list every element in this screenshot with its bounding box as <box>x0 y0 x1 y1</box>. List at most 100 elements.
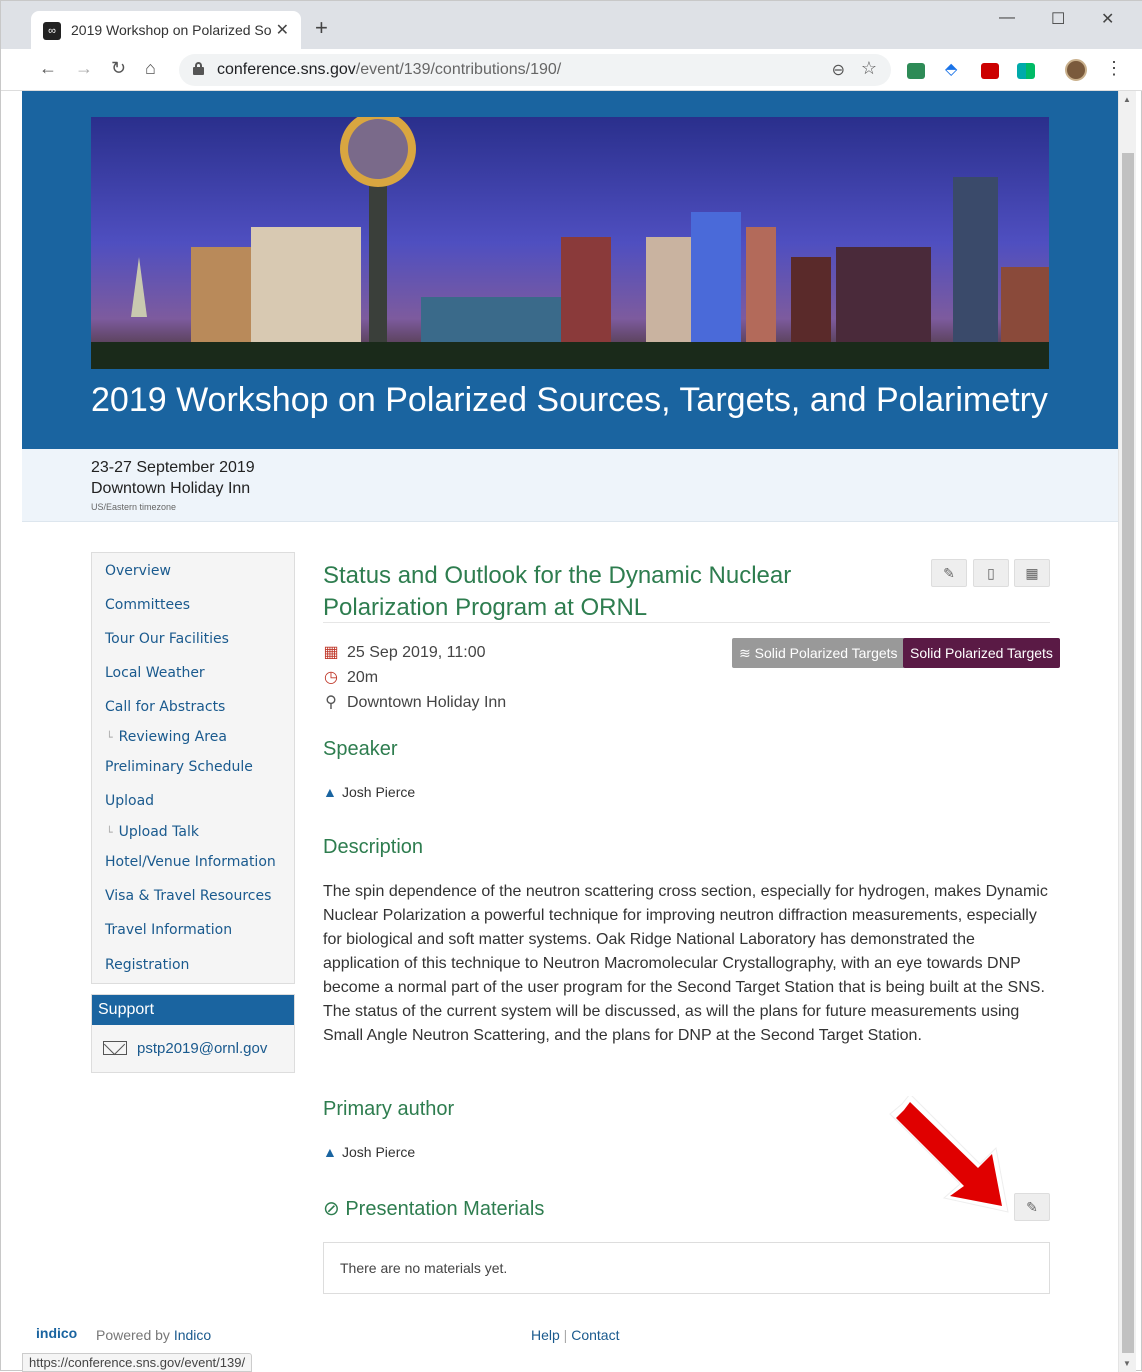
presentation-materials-heading: ⊘ Presentation Materials <box>323 1196 544 1221</box>
menu-item-overview[interactable]: Overview <box>105 563 171 579</box>
page-viewport: 2019 Workshop on Polarized Sources, Targ… <box>22 91 1118 1372</box>
menu-item-visa-travel[interactable]: Visa & Travel Resources <box>105 888 271 904</box>
calendar-icon: ▦ <box>1025 565 1039 581</box>
forward-icon[interactable]: → <box>75 58 93 79</box>
event-venue: Downtown Holiday Inn <box>91 480 251 497</box>
edit-contribution-button[interactable]: ✎ <box>931 559 967 587</box>
back-icon[interactable]: ← <box>39 58 57 79</box>
map-pin-icon: ⚲ <box>325 694 337 711</box>
primary-author-heading: Primary author <box>323 1098 455 1120</box>
indico-link[interactable]: Indico <box>174 1327 211 1343</box>
clock-icon: ◷ <box>324 669 338 686</box>
menu-item-tour-facilities[interactable]: Tour Our Facilities <box>105 631 229 647</box>
menu-item-local-weather[interactable]: Local Weather <box>105 665 205 681</box>
scroll-up-icon[interactable]: ▲ <box>1123 95 1131 104</box>
user-icon: ▲ <box>323 1144 337 1160</box>
menu-item-call-for-abstracts[interactable]: Call for Abstracts <box>105 699 225 715</box>
speaker[interactable]: ▲ Josh Pierce <box>323 784 415 800</box>
track-tag[interactable]: ≋ Solid Polarized Targets <box>732 638 905 668</box>
track-tag-label: Solid Polarized Targets <box>754 645 898 661</box>
materials-empty-box: There are no materials yet. <box>323 1242 1050 1294</box>
scroll-down-icon[interactable]: ▼ <box>1123 1359 1131 1368</box>
powered-by-text: Powered by <box>96 1327 174 1343</box>
address-bar[interactable]: conference.sns.gov/event/139/contributio… <box>179 54 891 86</box>
zoom-icon[interactable]: ⊖ <box>832 60 845 80</box>
menu-item-registration[interactable]: Registration <box>105 957 189 973</box>
materials-empty-text: There are no materials yet. <box>340 1260 508 1276</box>
page-footer: indico Powered by Indico Help | Contact <box>22 1317 1118 1357</box>
description-heading: Description <box>323 836 424 858</box>
support-box: Support pstp2019@ornl.gov <box>91 994 295 1073</box>
datetime-text: 25 Sep 2019, 11:00 <box>347 644 486 661</box>
extension-acrobat-icon[interactable] <box>981 63 999 79</box>
red-arrow-annotation <box>889 1096 1009 1213</box>
primary-author[interactable]: ▲ Josh Pierce <box>323 1144 415 1160</box>
contribution-duration: ◷ 20m <box>323 667 378 687</box>
browser-toolbar: ← → ↻ ⌂ conference.sns.gov/event/139/con… <box>1 49 1142 91</box>
skyline-illustration <box>91 117 1049 369</box>
location-text: Downtown Holiday Inn <box>347 694 507 711</box>
extension-windows-icon[interactable] <box>1017 63 1035 79</box>
title-divider <box>323 622 1050 623</box>
url-host: conference.sns.gov <box>217 61 356 78</box>
vertical-scrollbar[interactable]: ▲ ▼ <box>1118 91 1136 1372</box>
speaker-name: Josh Pierce <box>342 784 416 800</box>
event-header: 2019 Workshop on Polarized Sources, Targ… <box>22 91 1118 449</box>
export-pdf-button[interactable]: ▯ <box>973 559 1009 587</box>
powered-by: Powered by Indico <box>96 1327 211 1343</box>
paperclip-icon: ⊘ <box>323 1198 340 1220</box>
help-link[interactable]: Help <box>531 1327 560 1343</box>
menu-item-preliminary-schedule[interactable]: Preliminary Schedule <box>105 759 253 775</box>
close-window-icon[interactable]: ✕ <box>1101 9 1114 29</box>
support-heading: Support <box>92 995 294 1025</box>
speaker-heading: Speaker <box>323 738 398 760</box>
menu-kebab-icon[interactable]: ⋮ <box>1105 58 1123 79</box>
browser-window: ∞ 2019 Workshop on Polarized Sou ✕ + — ☐… <box>0 0 1142 1372</box>
contribution-datetime: ▦ 25 Sep 2019, 11:00 <box>323 642 486 662</box>
menu-item-upload[interactable]: Upload <box>105 793 154 809</box>
menu-item-upload-talk[interactable]: └ Upload Talk <box>106 824 199 840</box>
reload-icon[interactable]: ↻ <box>111 58 126 79</box>
materials-heading-text: Presentation Materials <box>345 1198 545 1220</box>
layers-icon: ≋ <box>739 645 751 661</box>
envelope-icon <box>103 1041 127 1055</box>
submenu-indent-icon: └ <box>106 731 113 744</box>
duration-text: 20m <box>347 669 379 686</box>
bookmark-star-icon[interactable]: ☆ <box>861 58 877 79</box>
user-icon: ▲ <box>323 784 337 800</box>
menu-item-hotel-venue[interactable]: Hotel/Venue Information <box>105 854 276 870</box>
menu-item-label: Upload Talk <box>118 824 199 840</box>
indico-logo[interactable]: indico <box>36 1325 77 1341</box>
calendar-icon: ▦ <box>323 644 339 661</box>
support-email-link[interactable]: pstp2019@ornl.gov <box>137 1040 267 1057</box>
close-tab-icon[interactable]: ✕ <box>276 20 289 40</box>
menu-item-reviewing-area[interactable]: └ Reviewing Area <box>106 729 227 745</box>
menu-item-travel-information[interactable]: Travel Information <box>105 922 232 938</box>
status-bar-url: https://conference.sns.gov/event/139/ <box>22 1353 253 1372</box>
extension-sheets-icon[interactable] <box>907 63 925 79</box>
description-text: The spin dependence of the neutron scatt… <box>323 883 1048 1044</box>
submenu-indent-icon: └ <box>106 826 113 839</box>
event-title[interactable]: 2019 Workshop on Polarized Sources, Targ… <box>91 381 1048 420</box>
session-tag[interactable]: Solid Polarized Targets <box>903 638 1060 668</box>
home-icon[interactable]: ⌂ <box>145 58 156 79</box>
menu-item-committees[interactable]: Committees <box>105 597 190 613</box>
maximize-icon[interactable]: ☐ <box>1051 9 1065 29</box>
export-calendar-button[interactable]: ▦ <box>1014 559 1050 587</box>
tab-strip: ∞ 2019 Workshop on Polarized Sou ✕ + — ☐… <box>1 1 1142 49</box>
url-path: /event/139/contributions/190/ <box>355 61 562 78</box>
profile-avatar[interactable] <box>1065 59 1087 81</box>
scrollbar-thumb[interactable] <box>1122 153 1134 1353</box>
pdf-icon: ▯ <box>987 565 995 581</box>
new-tab-icon[interactable]: + <box>315 17 328 39</box>
browser-tab[interactable]: ∞ 2019 Workshop on Polarized Sou ✕ <box>31 11 301 49</box>
event-details-bar: 23-27 September 2019 Downtown Holiday In… <box>22 449 1118 522</box>
minimize-icon[interactable]: — <box>999 9 1015 27</box>
contact-link[interactable]: Contact <box>571 1327 619 1343</box>
event-side-menu: Overview Committees Tour Our Facilities … <box>91 552 295 984</box>
primary-author-name: Josh Pierce <box>342 1144 416 1160</box>
pencil-icon: ✎ <box>1026 1199 1038 1215</box>
pencil-icon: ✎ <box>943 565 955 581</box>
extension-graduation-icon[interactable]: ⬘ <box>945 59 963 78</box>
footer-links: Help | Contact <box>531 1327 620 1343</box>
